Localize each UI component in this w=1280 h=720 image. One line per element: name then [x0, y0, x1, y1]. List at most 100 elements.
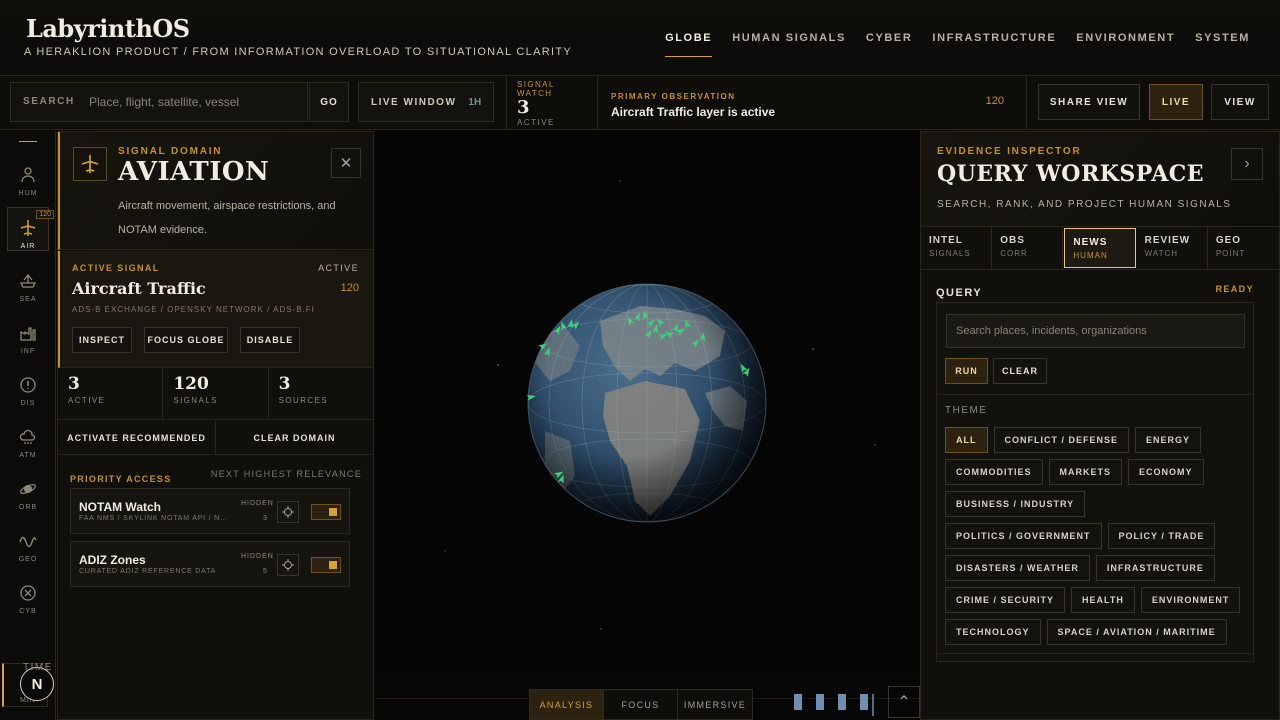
domain-panel: SIGNAL DOMAIN AVIATION Aircraft movement…	[57, 131, 374, 720]
theme-chip[interactable]: ENERGY	[1135, 427, 1202, 453]
focus-globe-button[interactable]: FOCUS GLOBE	[144, 327, 228, 353]
rail-label: INF	[20, 348, 36, 355]
layer-toggle[interactable]	[311, 557, 341, 573]
tab-intel[interactable]: INTEL SIGNALS	[921, 227, 993, 269]
stat-value: 120	[173, 374, 209, 394]
theme-chip[interactable]: BUSINESS / INDUSTRY	[945, 491, 1086, 517]
inspect-button[interactable]: INSPECT	[72, 327, 132, 353]
live-button[interactable]: LIVE	[1149, 84, 1203, 120]
rail-item-air[interactable]: AIR 120	[7, 207, 54, 251]
priority-item-count: 5	[263, 568, 267, 575]
divider	[937, 394, 1253, 395]
query-header: QUERY READY	[936, 283, 1254, 301]
timeline-scrubber[interactable]	[793, 694, 879, 716]
nav-globe[interactable]: GLOBE	[665, 32, 713, 57]
theme-chip[interactable]: DISASTERS / WEATHER	[945, 555, 1090, 581]
theme-chip[interactable]: CONFLICT / DEFENSE	[993, 427, 1130, 453]
rail-label: GEO	[18, 556, 38, 563]
clear-domain-button[interactable]: CLEAR DOMAIN	[216, 421, 373, 454]
priority-item-notam[interactable]: NOTAM Watch FAA NMS / SKYLINK NOTAM API …	[70, 488, 350, 534]
chevron-up-icon: ⌃	[897, 694, 911, 711]
rail-item-sea[interactable]: SEA	[7, 259, 49, 303]
rail-item-orb[interactable]: ORB	[7, 467, 49, 511]
chevron-right-icon: ›	[1244, 155, 1250, 172]
theme-chip[interactable]: SPACE / AVIATION / MARITIME	[1046, 619, 1227, 645]
mode-focus[interactable]: FOCUS	[604, 690, 678, 719]
rail-item-geo[interactable]: GEO	[7, 519, 49, 563]
rail-label: HUM	[18, 190, 38, 197]
nav-environment[interactable]: ENVIRONMENT	[1076, 32, 1175, 57]
rail-item-dis[interactable]: DIS	[7, 363, 49, 407]
theme-chip[interactable]: HEALTH	[1071, 587, 1135, 613]
tab-news[interactable]: NEWS HUMAN	[1064, 228, 1136, 268]
tab-title: GEO	[1215, 235, 1242, 246]
disable-button[interactable]: DISABLE	[240, 327, 300, 353]
evidence-inspector: EVIDENCE INSPECTOR QUERY WORKSPACE SEARC…	[920, 131, 1280, 720]
globe-viewport[interactable]	[375, 131, 920, 678]
theme-chip[interactable]: MARKETS	[1048, 459, 1122, 485]
locate-button[interactable]	[277, 501, 299, 523]
query-status: READY	[1215, 284, 1254, 294]
rail-item-atm[interactable]: ATM	[7, 415, 49, 459]
priority-item-adiz[interactable]: ADIZ Zones CURATED ADIZ REFERENCE DATA H…	[70, 541, 350, 587]
nav-cyber[interactable]: CYBER	[866, 32, 913, 57]
theme-chip[interactable]: ENVIRONMENT	[1140, 587, 1241, 613]
mode-switcher: ANALYSIS FOCUS IMMERSIVE	[529, 689, 753, 720]
layer-toggle[interactable]	[311, 504, 341, 520]
tab-review[interactable]: REVIEW WATCH	[1137, 227, 1208, 269]
tab-title: OBS	[1000, 235, 1025, 246]
rail-item-cyb[interactable]: CYB	[7, 571, 49, 615]
run-button[interactable]: RUN	[945, 358, 988, 384]
theme-chip[interactable]: INFRASTRUCTURE	[1095, 555, 1215, 581]
theme-chip[interactable]: ALL	[945, 427, 988, 453]
tab-sub: WATCH	[1144, 249, 1179, 258]
stat-active: 3 ACTIVE	[58, 368, 164, 419]
theme-chip[interactable]: POLICY / TRADE	[1107, 523, 1216, 549]
clear-button[interactable]: CLEAR	[993, 358, 1047, 384]
tab-obs[interactable]: OBS CORR	[992, 227, 1064, 269]
theme-chip[interactable]: CRIME / SECURITY	[945, 587, 1066, 613]
theme-chip[interactable]: COMMODITIES	[945, 459, 1043, 485]
view-controls: ANALYSIS FOCUS IMMERSIVE ⌃	[375, 678, 920, 720]
mode-immersive[interactable]: IMMERSIVE	[678, 690, 752, 719]
cyber-icon	[20, 585, 36, 601]
locate-button[interactable]	[277, 554, 299, 576]
share-view-button[interactable]: SHARE VIEW	[1038, 84, 1140, 120]
nav-infrastructure[interactable]: INFRASTRUCTURE	[932, 32, 1056, 57]
app-tagline: A HERAKLION PRODUCT / FROM INFORMATION O…	[24, 46, 572, 58]
activate-recommended-button[interactable]: ACTIVATE RECOMMENDED	[58, 421, 216, 454]
theme-chip[interactable]: TECHNOLOGY	[945, 619, 1041, 645]
collapse-controls-button[interactable]: ⌃	[888, 686, 920, 718]
tab-sub: HUMAN	[1073, 251, 1108, 260]
timeline-bar	[860, 694, 868, 710]
domain-kicker: SIGNAL DOMAIN	[118, 146, 223, 157]
nav-system[interactable]: SYSTEM	[1195, 32, 1250, 57]
rail-item-inf[interactable]: INF	[7, 311, 49, 355]
inspector-expand-button[interactable]: ›	[1231, 148, 1263, 180]
priority-item-state: HIDDEN	[241, 553, 274, 560]
tab-geo[interactable]: GEO POINT	[1208, 227, 1279, 269]
app-logo[interactable]: LabyrinthOS	[26, 14, 190, 43]
priority-access-header: PRIORITY ACCESS NEXT HIGHEST RELEVANCE	[70, 469, 362, 487]
view-button[interactable]: VIEW	[1211, 84, 1269, 120]
theme-chip[interactable]: POLITICS / GOVERNMENT	[945, 523, 1102, 549]
theme-chip[interactable]: ECONOMY	[1128, 459, 1204, 485]
stat-value: 3	[278, 374, 291, 394]
go-button[interactable]: GO	[309, 82, 349, 122]
mode-analysis[interactable]: ANALYSIS	[530, 690, 604, 719]
query-input[interactable]	[946, 314, 1245, 348]
domain-rail: HUM AIR 120 SEA INF DIS ATM ORB GEO CYB …	[0, 131, 56, 720]
search-input[interactable]	[89, 89, 299, 115]
plane-icon	[81, 155, 99, 173]
globe-sphere	[527, 283, 767, 523]
rail-item-hum[interactable]: HUM	[7, 153, 49, 197]
close-domain-button[interactable]: ✕	[331, 148, 361, 178]
timeline-bar	[838, 694, 846, 710]
priority-item-source: CURATED ADIZ REFERENCE DATA	[79, 568, 217, 575]
globe-canvas[interactable]	[375, 131, 920, 678]
live-window-selector[interactable]: LIVE WINDOW 1H	[358, 82, 494, 122]
nav-human-signals[interactable]: HUMAN SIGNALS	[732, 32, 846, 57]
priority-access-label: PRIORITY ACCESS	[70, 474, 172, 484]
top-header: LabyrinthOS A HERAKLION PRODUCT / FROM I…	[0, 0, 1280, 76]
tab-title: INTEL	[929, 235, 963, 246]
